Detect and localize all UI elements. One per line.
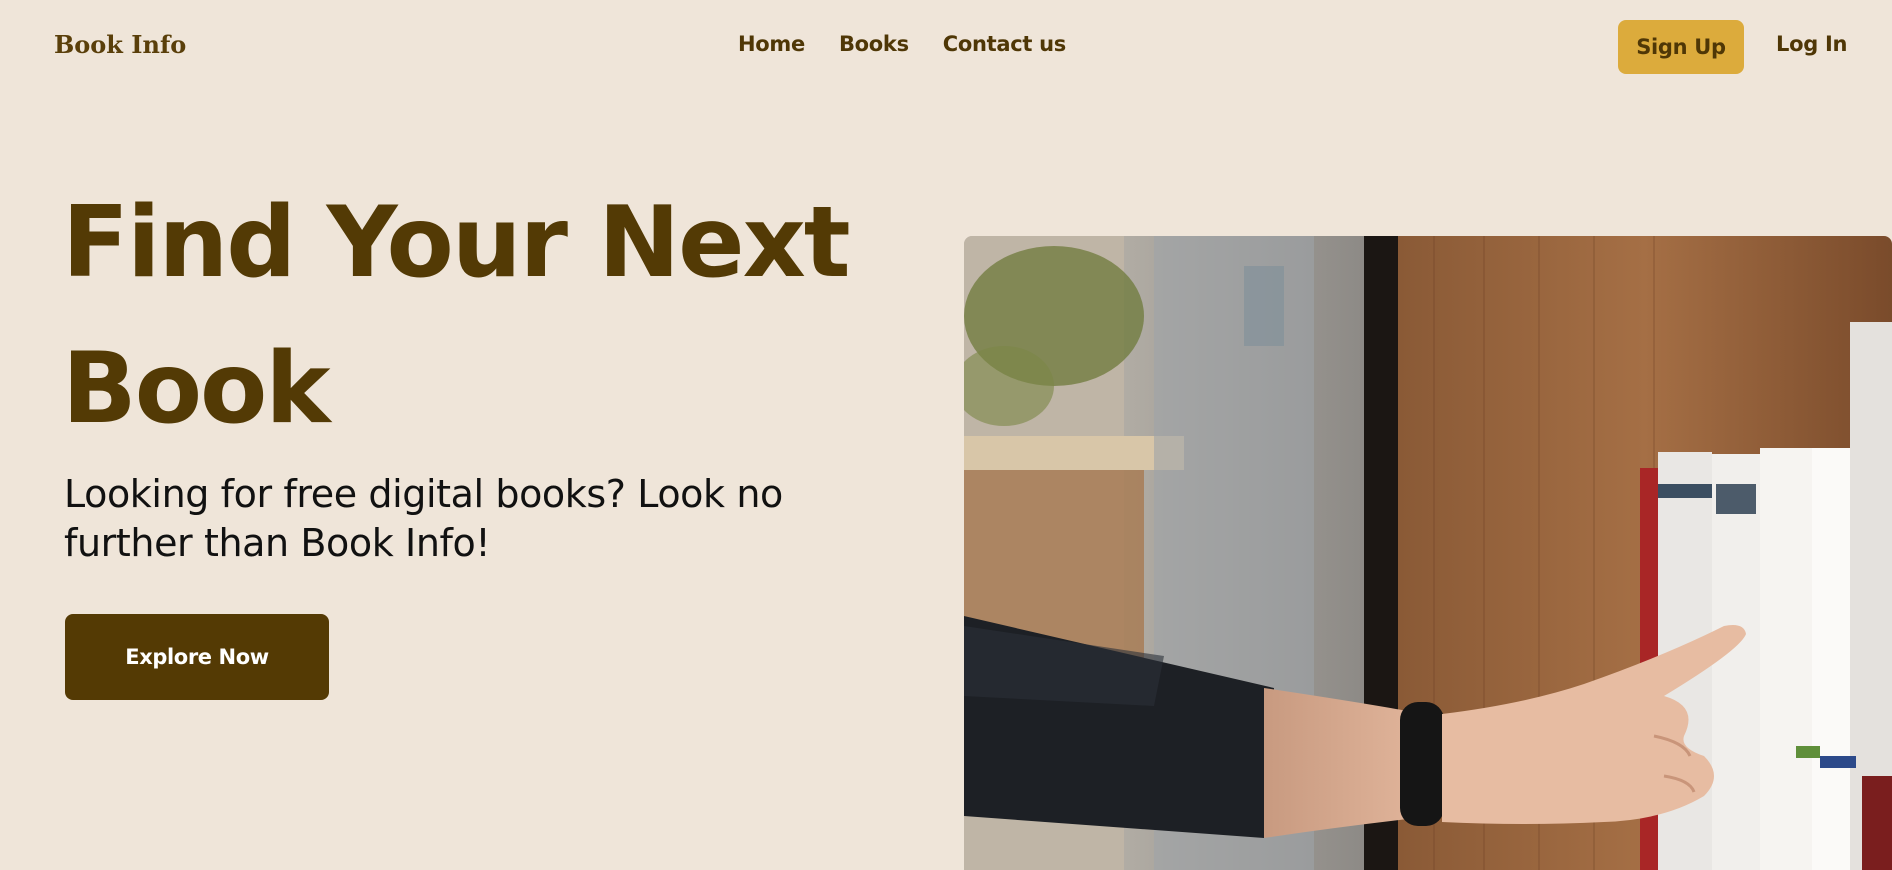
top-navbar: Book Info Home Books Contact us Sign Up …	[0, 0, 1892, 92]
hero-image	[964, 236, 1892, 870]
hero-subtitle: Looking for free digital books? Look no …	[64, 472, 783, 565]
main-menu: Home Books Contact us	[738, 32, 1066, 56]
brand-logo[interactable]: Book Info	[54, 30, 186, 59]
bookshelf-hand-photo	[964, 236, 1892, 870]
hero-title: Find Your Next Book	[62, 170, 942, 462]
hero-title-line2: Book	[62, 332, 331, 446]
nav-link-books[interactable]: Books	[839, 32, 909, 56]
nav-link-contact[interactable]: Contact us	[943, 32, 1067, 56]
signup-button[interactable]: Sign Up	[1618, 20, 1744, 74]
hero-title-line1: Find Your Next	[62, 186, 851, 300]
explore-now-button[interactable]: Explore Now	[65, 614, 329, 700]
nav-link-home[interactable]: Home	[738, 32, 805, 56]
login-link[interactable]: Log In	[1776, 32, 1847, 56]
